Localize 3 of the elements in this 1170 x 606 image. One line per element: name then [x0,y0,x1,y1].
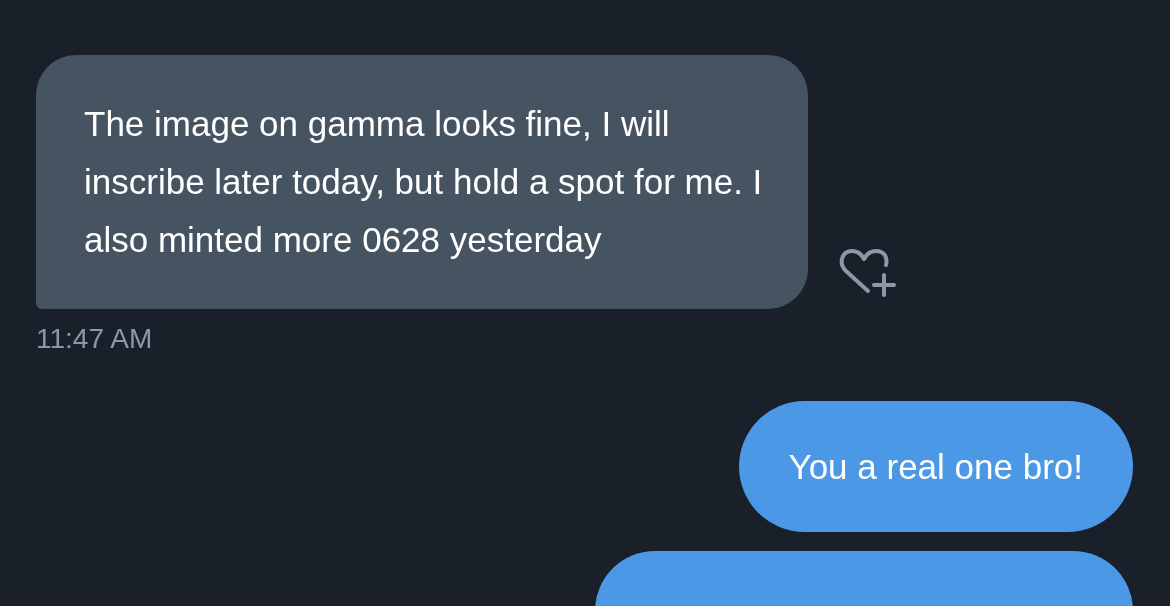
message-text: The image on gamma looks fine, I will inscribe later today, but hold a spot for me. I also minted more 0628 yesterday [84,103,764,261]
message-text: You a real one bro! [788,445,1083,488]
message-time: 11:47 AM [36,322,153,356]
